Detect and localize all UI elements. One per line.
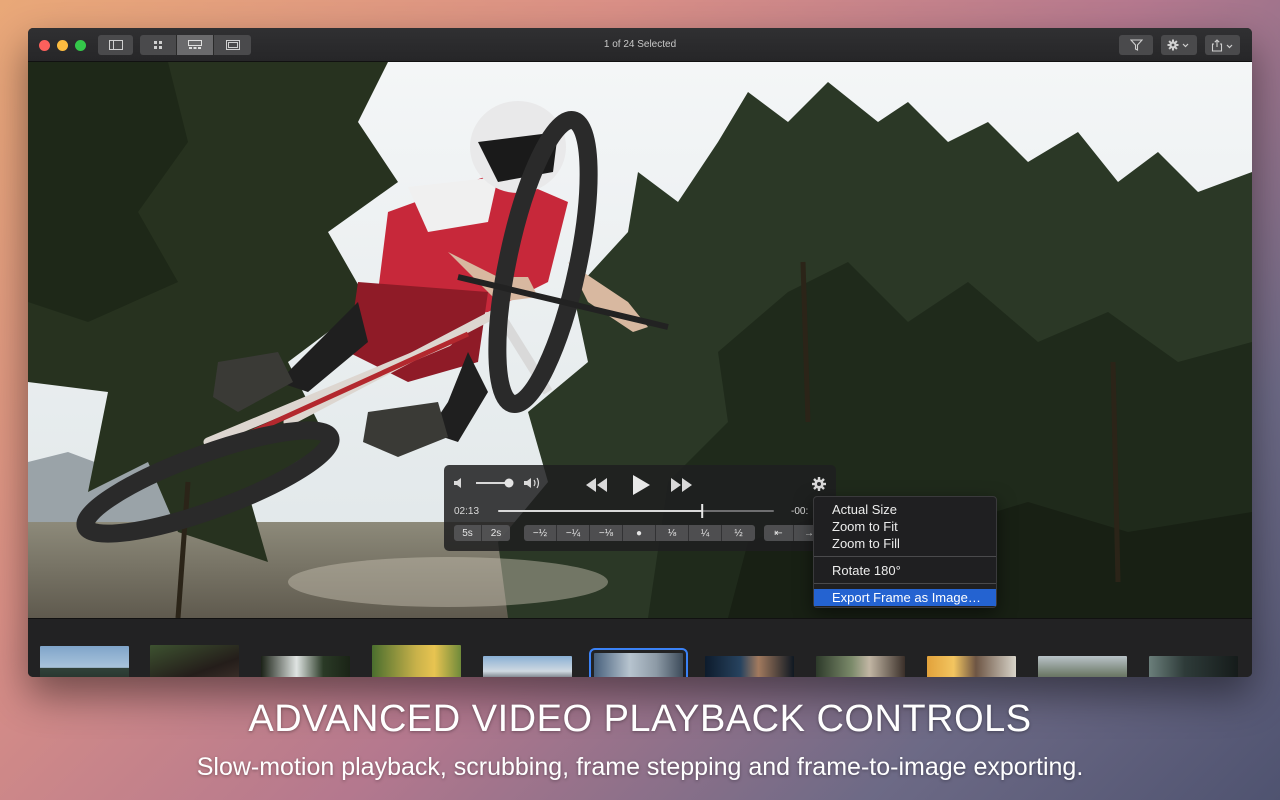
filmstrip-thumbnail[interactable] <box>372 645 461 677</box>
menu-item-rotate[interactable]: Rotate 180° <box>814 562 996 579</box>
volume-control[interactable] <box>452 473 542 493</box>
player-settings-button[interactable] <box>811 476 827 492</box>
speed-half-button[interactable]: ½ <box>722 525 755 541</box>
menu-item-zoom-to-fill[interactable]: Zoom to Fill <box>814 535 996 552</box>
app-window: 1 of 24 Selected 02:13 -00: 5s 2s −½ −¼ … <box>28 28 1252 677</box>
scrubber-playhead[interactable] <box>701 504 704 518</box>
menu-separator <box>814 583 996 584</box>
chevron-down-icon <box>1226 44 1232 48</box>
rewind-icon <box>586 478 607 492</box>
filmstrip <box>28 618 1252 677</box>
player-settings-menu: Actual Size Zoom to Fit Zoom to Fill Rot… <box>813 496 997 608</box>
volume-low-icon <box>454 478 461 488</box>
filmstrip-thumbnail[interactable] <box>816 656 905 677</box>
volume-high-icon <box>524 477 540 489</box>
share-menu-button[interactable] <box>1205 35 1240 55</box>
menu-item-export-frame[interactable]: Export Frame as Image… <box>814 589 996 606</box>
filmstrip-thumbnail[interactable] <box>927 656 1016 677</box>
playback-controls: 02:13 -00: 5s 2s −½ −¼ −⅛ ● ⅛ ¼ ½ ⇤ → <box>444 465 836 551</box>
menu-separator <box>814 556 996 557</box>
gear-icon <box>1167 39 1179 51</box>
rewind-button[interactable] <box>585 477 609 493</box>
filmstrip-thumbnail[interactable] <box>1149 656 1238 677</box>
play-icon <box>633 475 650 495</box>
speed-minus-quarter-button[interactable]: −¼ <box>557 525 590 541</box>
filmstrip-thumbnail[interactable] <box>40 646 129 677</box>
gear-icon <box>812 477 826 491</box>
skip-buttons: 5s 2s <box>454 525 510 541</box>
filmstrip-thumbnail[interactable] <box>261 656 350 677</box>
speed-quarter-button[interactable]: ¼ <box>689 525 722 541</box>
scrubber-progress <box>498 510 703 512</box>
fast-forward-button[interactable] <box>670 477 694 493</box>
skip-5s-button[interactable]: 5s <box>454 525 482 541</box>
action-menu-button[interactable] <box>1161 35 1197 55</box>
speed-eighth-button[interactable]: ⅛ <box>656 525 689 541</box>
scrubber[interactable] <box>498 504 776 518</box>
share-dropdown <box>1211 38 1232 52</box>
chevron-down-icon <box>1182 43 1189 48</box>
window-title: 1 of 24 Selected <box>603 39 677 50</box>
menu-item-zoom-to-fit[interactable]: Zoom to Fit <box>814 518 996 535</box>
skip-2s-button[interactable]: 2s <box>482 525 510 541</box>
speed-minus-half-button[interactable]: −½ <box>524 525 557 541</box>
filter-icon <box>1129 39 1143 51</box>
promo-subtitle: Slow-motion playback, scrubbing, frame s… <box>196 753 1084 781</box>
filmstrip-thumbnail[interactable] <box>150 645 239 677</box>
fast-forward-icon <box>671 478 692 492</box>
filter-button[interactable] <box>1119 35 1153 55</box>
filmstrip-thumbnail[interactable] <box>1038 656 1127 677</box>
volume-slider-knob[interactable] <box>504 478 514 488</box>
speed-buttons: −½ −¼ −⅛ ● ⅛ ¼ ½ <box>524 525 755 541</box>
filmstrip-thumbnail[interactable] <box>483 656 572 677</box>
filmstrip-thumbnail[interactable] <box>705 656 794 677</box>
video-frame[interactable]: 02:13 -00: 5s 2s −½ −¼ −⅛ ● ⅛ ¼ ½ ⇤ → Ac… <box>28 62 1252 618</box>
speed-minus-eighth-button[interactable]: −⅛ <box>590 525 623 541</box>
remaining-time: -00: <box>791 506 809 517</box>
promo-title: ADVANCED VIDEO PLAYBACK CONTROLS <box>248 698 1032 740</box>
menu-item-actual-size[interactable]: Actual Size <box>814 501 996 518</box>
current-time: 02:13 <box>454 506 480 517</box>
speed-normal-button[interactable]: ● <box>623 525 656 541</box>
share-icon <box>1211 38 1222 52</box>
gear-dropdown <box>1167 39 1189 51</box>
play-button[interactable] <box>630 474 652 496</box>
filmstrip-thumbnail-selected[interactable] <box>589 648 688 677</box>
step-to-start-button[interactable]: ⇤ <box>764 525 794 541</box>
title-bar: 1 of 24 Selected <box>28 28 1252 62</box>
